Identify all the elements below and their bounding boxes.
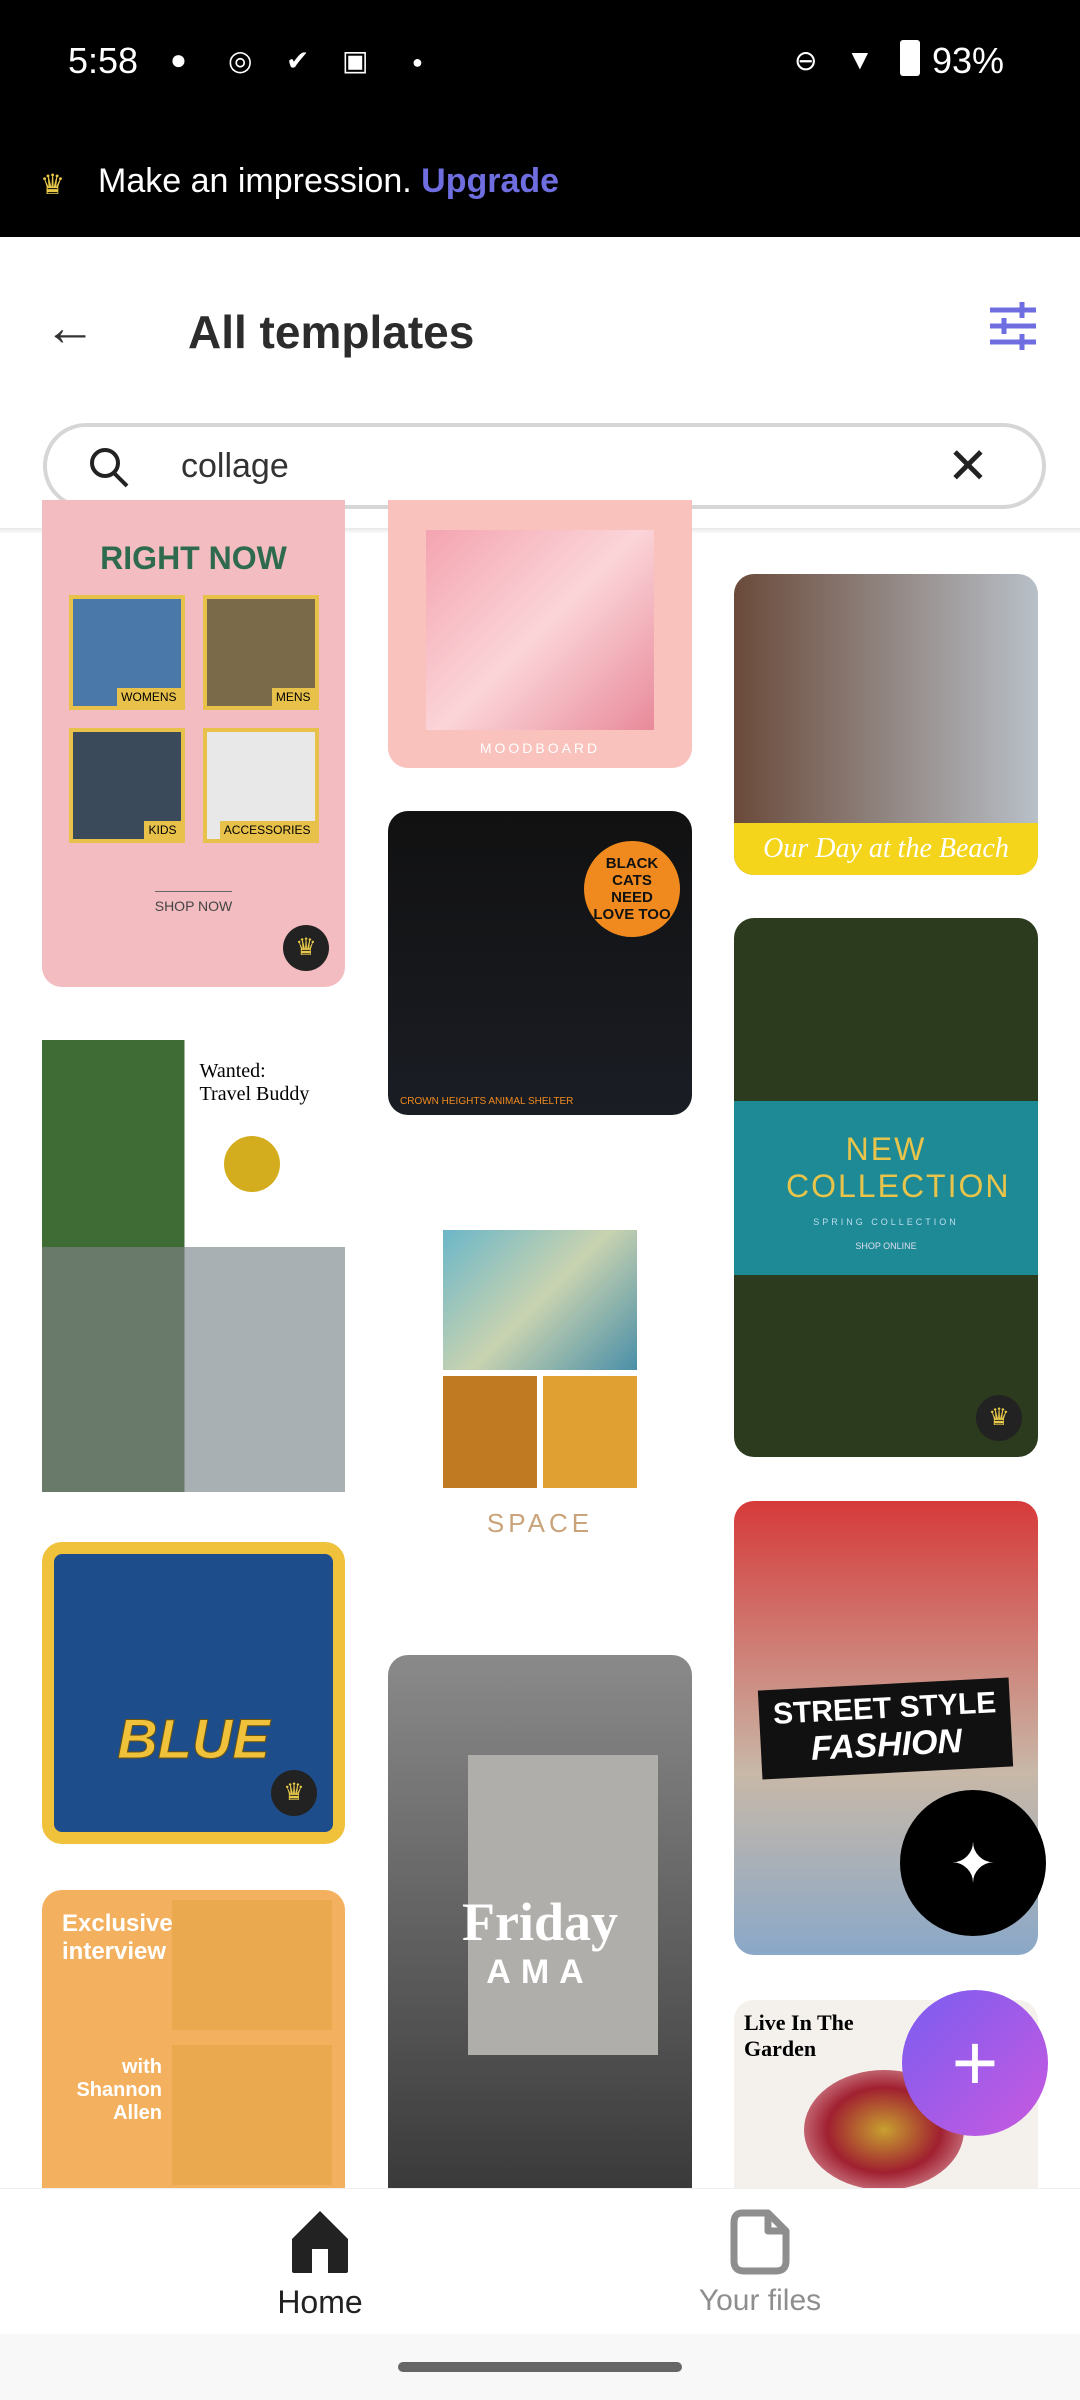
clear-search-icon[interactable]: ✕ [947,437,989,495]
template-title: Wanted: [199,1060,266,1082]
page-title: All templates [188,306,475,358]
premium-crown-icon: ♛ [976,1395,1022,1441]
template-title: SPACE [486,1508,594,1538]
crown-icon: ♛ [40,169,66,200]
template-card[interactable]: BLUE ♛ [42,1542,345,1844]
template-card[interactable]: Wanted: Travel Buddy [42,1040,345,1492]
upgrade-link[interactable]: Upgrade [421,162,559,200]
outlook-icon: ▣ [342,45,369,76]
template-subtitle: SPRING COLLECTION [813,1216,959,1227]
bottom-nav: Home Your files [0,2188,1080,2334]
template-footer: CROWN HEIGHTS ANIMAL SHELTER [400,1096,574,1107]
nav-your-files[interactable]: Your files [680,2209,840,2318]
search-icon [90,448,129,488]
template-title: BLACK CATS NEED LOVE TOO [593,855,671,923]
template-card[interactable]: Friday AMA [388,1655,692,2188]
template-card[interactable]: RIGHT NOW WOMENS MENS KIDS ACCESSORIES S… [42,500,345,987]
plus-icon: + [951,2018,999,2107]
wifi-icon: ▼ [846,44,874,75]
banner-text: Make an impression. [98,162,412,200]
label: KIDS [144,821,181,839]
nav-home[interactable]: Home [240,2209,400,2321]
template-cta: SHOP ONLINE [855,1240,917,1251]
nav-home-label: Home [277,2284,363,2320]
dot-icon: ● [412,52,423,72]
battery-level: 93% [932,40,1005,81]
template-title: MOODBOARD [479,740,601,756]
label: WOMENS [117,688,181,706]
template-card[interactable]: SPACE [388,1178,692,1591]
home-gesture-bar[interactable] [398,2362,682,2372]
template-subtitle: AMA [486,1953,594,1991]
template-title: NEW COLLECTION [786,1130,1011,1204]
chat-bubble-icon: ● [170,44,187,75]
premium-crown-icon: ♛ [283,925,329,971]
template-card[interactable]: BLACK CATS NEED LOVE TOO CROWN HEIGHTS A… [388,811,692,1115]
template-title: Our Day at the Beach [734,823,1038,875]
filter-sliders-icon[interactable] [990,300,1036,352]
search-value: collage [181,447,289,485]
search-input[interactable]: collage ✕ [43,423,1046,509]
template-card[interactable]: Exclusive interview with Shannon Allen [42,1890,345,2188]
template-title: Live In The Garden [744,2010,854,2061]
ai-generate-button[interactable]: ✦ [900,1790,1046,1936]
template-title: RIGHT NOW [100,540,287,576]
sparkle-icon: ✦ [950,1833,996,1894]
clock: 5:58 [68,40,139,81]
label: ACCESSORIES [219,821,315,839]
upgrade-banner[interactable]: ♛ Make an impression. Upgrade [0,130,1080,237]
home-icon [292,2211,348,2273]
nav-files-label: Your files [698,2284,822,2317]
template-subtitle: Travel Buddy [199,1083,310,1105]
check-icon: ✔ [286,45,310,76]
template-title: BLUE [117,1706,270,1770]
template-card[interactable]: Our Day at the Beach [734,574,1038,875]
dnd-icon: ⊖ [794,45,818,76]
template-card[interactable]: NEW COLLECTION SPRING COLLECTION SHOP ON… [734,918,1038,1457]
file-icon [730,2209,790,2275]
gesture-area [0,2334,1080,2400]
back-arrow-icon[interactable]: ← [44,298,96,358]
template-subtitle: with Shannon Allen [76,2056,162,2124]
status-bar: 5:58 ● ◎ ✔ ▣ ● ⊖ ▼ 93% [0,0,1080,130]
premium-crown-icon: ♛ [271,1770,317,1816]
template-title: Exclusive interview [62,1910,173,1965]
sync-icon: ◎ [228,45,253,76]
battery-icon [900,40,920,76]
create-new-button[interactable]: + [902,1990,1048,2136]
template-cta: SHOP NOW [154,891,233,914]
template-card[interactable]: MOODBOARD [388,500,692,768]
template-title: Friday [462,1892,618,1952]
label: MENS [271,688,315,706]
